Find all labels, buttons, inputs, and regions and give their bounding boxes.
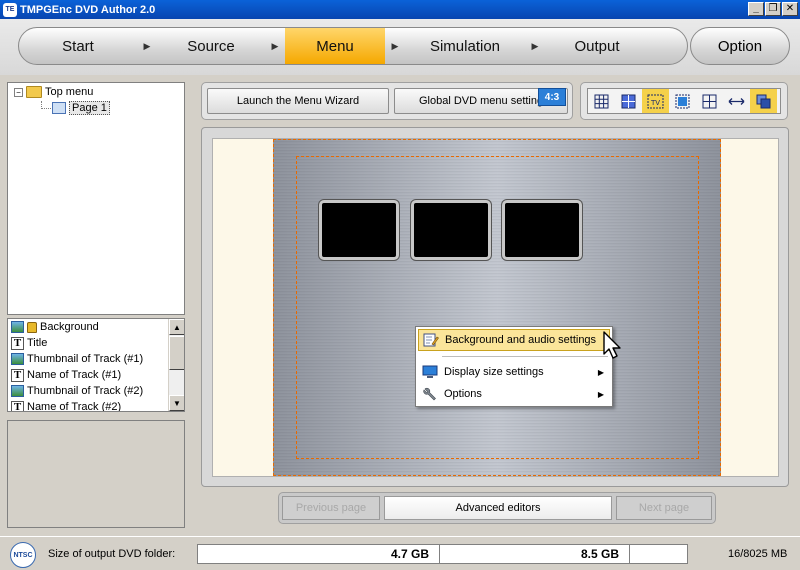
center-guide-icon[interactable]	[696, 89, 723, 113]
next-page-button[interactable]: Next page	[616, 496, 712, 520]
list-item-label: Background	[40, 321, 99, 333]
tv-safe-icon[interactable]: TV	[642, 89, 669, 113]
menu-item-background-audio-settings[interactable]: Background and audio settings	[418, 329, 610, 351]
wrench-icon	[423, 387, 436, 401]
size-marker-4-7gb: 4.7 GB	[198, 545, 440, 563]
list-item-label: Title	[27, 337, 48, 349]
collapse-icon[interactable]: −	[14, 87, 23, 97]
context-menu: Background and audio settings Display si…	[415, 326, 613, 407]
restore-button[interactable]: ❐	[765, 2, 781, 16]
track-thumbnail-3[interactable]	[502, 200, 582, 260]
scroll-down-icon[interactable]: ▼	[169, 395, 184, 411]
properties-panel	[7, 420, 185, 528]
list-item-label: Thumbnail of Track (#1)	[27, 353, 144, 365]
track-thumbnail-2[interactable]	[411, 200, 491, 260]
tab-menu[interactable]: Menu	[285, 28, 385, 64]
scroll-thumb[interactable]	[169, 336, 184, 370]
text-icon: T	[11, 400, 24, 411]
list-item[interactable]: T Name of Track (#1)	[8, 367, 184, 383]
tree-label: Page 1	[69, 101, 110, 115]
scroll-up-icon[interactable]: ▲	[169, 319, 184, 335]
page-icon	[52, 102, 66, 114]
tree-item-page-1[interactable]: Page 1	[52, 101, 110, 115]
option-button[interactable]: Option	[690, 27, 790, 65]
layers-icon[interactable]	[750, 89, 777, 113]
tab-start[interactable]: Start	[19, 28, 137, 64]
menu-background-area[interactable]	[273, 139, 721, 476]
track-thumbnail-1[interactable]	[319, 200, 399, 260]
list-item-label: Name of Track (#2)	[27, 401, 122, 412]
dvd-size-meter: 4.7 GB 8.5 GB	[197, 544, 688, 564]
tree-label: Top menu	[45, 86, 94, 98]
previous-page-button[interactable]: Previous page	[282, 496, 380, 520]
menu-tree-panel: − Top menu Page 1	[7, 82, 185, 315]
edit-settings-icon	[423, 333, 439, 347]
view-tools: TV	[587, 88, 781, 114]
launch-wizard-button[interactable]: Launch the Menu Wizard	[207, 88, 389, 114]
menu-preview-frame	[201, 127, 789, 487]
menu-preview-canvas[interactable]	[212, 138, 779, 477]
minimize-button[interactable]: _	[748, 2, 764, 16]
navigation-area: Start ▶ Source ▶ Menu ▶ Simulation ▶ Out…	[0, 19, 800, 75]
list-item[interactable]: Thumbnail of Track (#1)	[8, 351, 184, 367]
menu-item-label: Options	[444, 388, 482, 400]
text-icon: T	[11, 368, 24, 382]
step-arrow-icon: ▶	[271, 40, 279, 51]
list-item[interactable]: Background	[8, 319, 184, 335]
folder-icon	[26, 86, 42, 98]
window-title: TMPGEnc DVD Author 2.0	[20, 3, 156, 16]
step-arrow-icon: ▶	[391, 40, 399, 51]
grid-icon[interactable]	[588, 89, 615, 113]
list-item[interactable]: T Title	[8, 335, 184, 351]
image-icon	[11, 353, 24, 365]
submenu-arrow-icon: ▶	[597, 389, 604, 399]
tree-connector	[41, 108, 51, 109]
list-item-label: Name of Track (#1)	[27, 369, 122, 381]
list-item[interactable]: T Name of Track (#2)	[8, 399, 184, 412]
app-icon: TE	[3, 2, 17, 17]
image-icon	[11, 385, 24, 397]
monitor-icon	[422, 365, 438, 378]
menu-item-label: Background and audio settings	[445, 334, 597, 346]
global-settings-label: Global DVD menu settings	[419, 95, 549, 107]
list-item[interactable]: Thumbnail of Track (#2)	[8, 383, 184, 399]
tab-output[interactable]: Output	[545, 28, 649, 64]
select-frame-icon[interactable]	[669, 89, 696, 113]
tab-simulation[interactable]: Simulation	[405, 28, 525, 64]
menu-elements-list: Background T Title Thumbnail of Track (#…	[7, 318, 185, 412]
view-tools-group: TV	[580, 82, 788, 120]
page-navigation: Previous page Advanced editors Next page	[278, 492, 716, 524]
step-arrow-icon: ▶	[531, 40, 539, 51]
menu-item-label: Display size settings	[444, 366, 544, 378]
mouse-cursor-icon	[603, 331, 621, 359]
status-bar: NTSC Size of output DVD folder: 4.7 GB 8…	[0, 536, 800, 570]
width-arrow-icon[interactable]	[723, 89, 750, 113]
title-bar: TE TMPGEnc DVD Author 2.0 _ ❐ ✕	[0, 0, 800, 19]
tree-item-top-menu[interactable]: − Top menu	[14, 86, 93, 98]
submenu-arrow-icon: ▶	[597, 367, 604, 377]
menu-toolbar: Launch the Menu Wizard Global DVD menu s…	[201, 82, 573, 120]
tab-source[interactable]: Source	[157, 28, 265, 64]
window-controls: _ ❐ ✕	[748, 2, 798, 16]
list-item-label: Thumbnail of Track (#2)	[27, 385, 144, 397]
size-usage-readout: 16/8025 MB	[728, 548, 788, 560]
step-navigation: Start ▶ Source ▶ Menu ▶ Simulation ▶ Out…	[18, 27, 688, 65]
output-size-label: Size of output DVD folder:	[48, 548, 176, 560]
list-scrollbar[interactable]: ▲ ▼	[168, 319, 184, 411]
image-icon	[11, 321, 24, 333]
ntsc-format-icon[interactable]: NTSC	[10, 542, 36, 568]
aspect-ratio-badge[interactable]: 4:3	[538, 88, 566, 106]
close-button[interactable]: ✕	[782, 2, 798, 16]
menu-item-display-size-settings[interactable]: Display size settings ▶	[418, 361, 610, 383]
grid-fill-icon[interactable]	[615, 89, 642, 113]
svg-text:TV: TV	[650, 99, 660, 107]
text-icon: T	[11, 336, 24, 350]
advanced-editors-button[interactable]: Advanced editors	[384, 496, 612, 520]
menu-item-options[interactable]: Options ▶	[418, 383, 610, 405]
lock-icon	[27, 321, 37, 333]
menu-separator	[442, 356, 608, 357]
size-marker-8-5gb: 8.5 GB	[440, 545, 630, 563]
step-arrow-icon: ▶	[143, 40, 151, 51]
